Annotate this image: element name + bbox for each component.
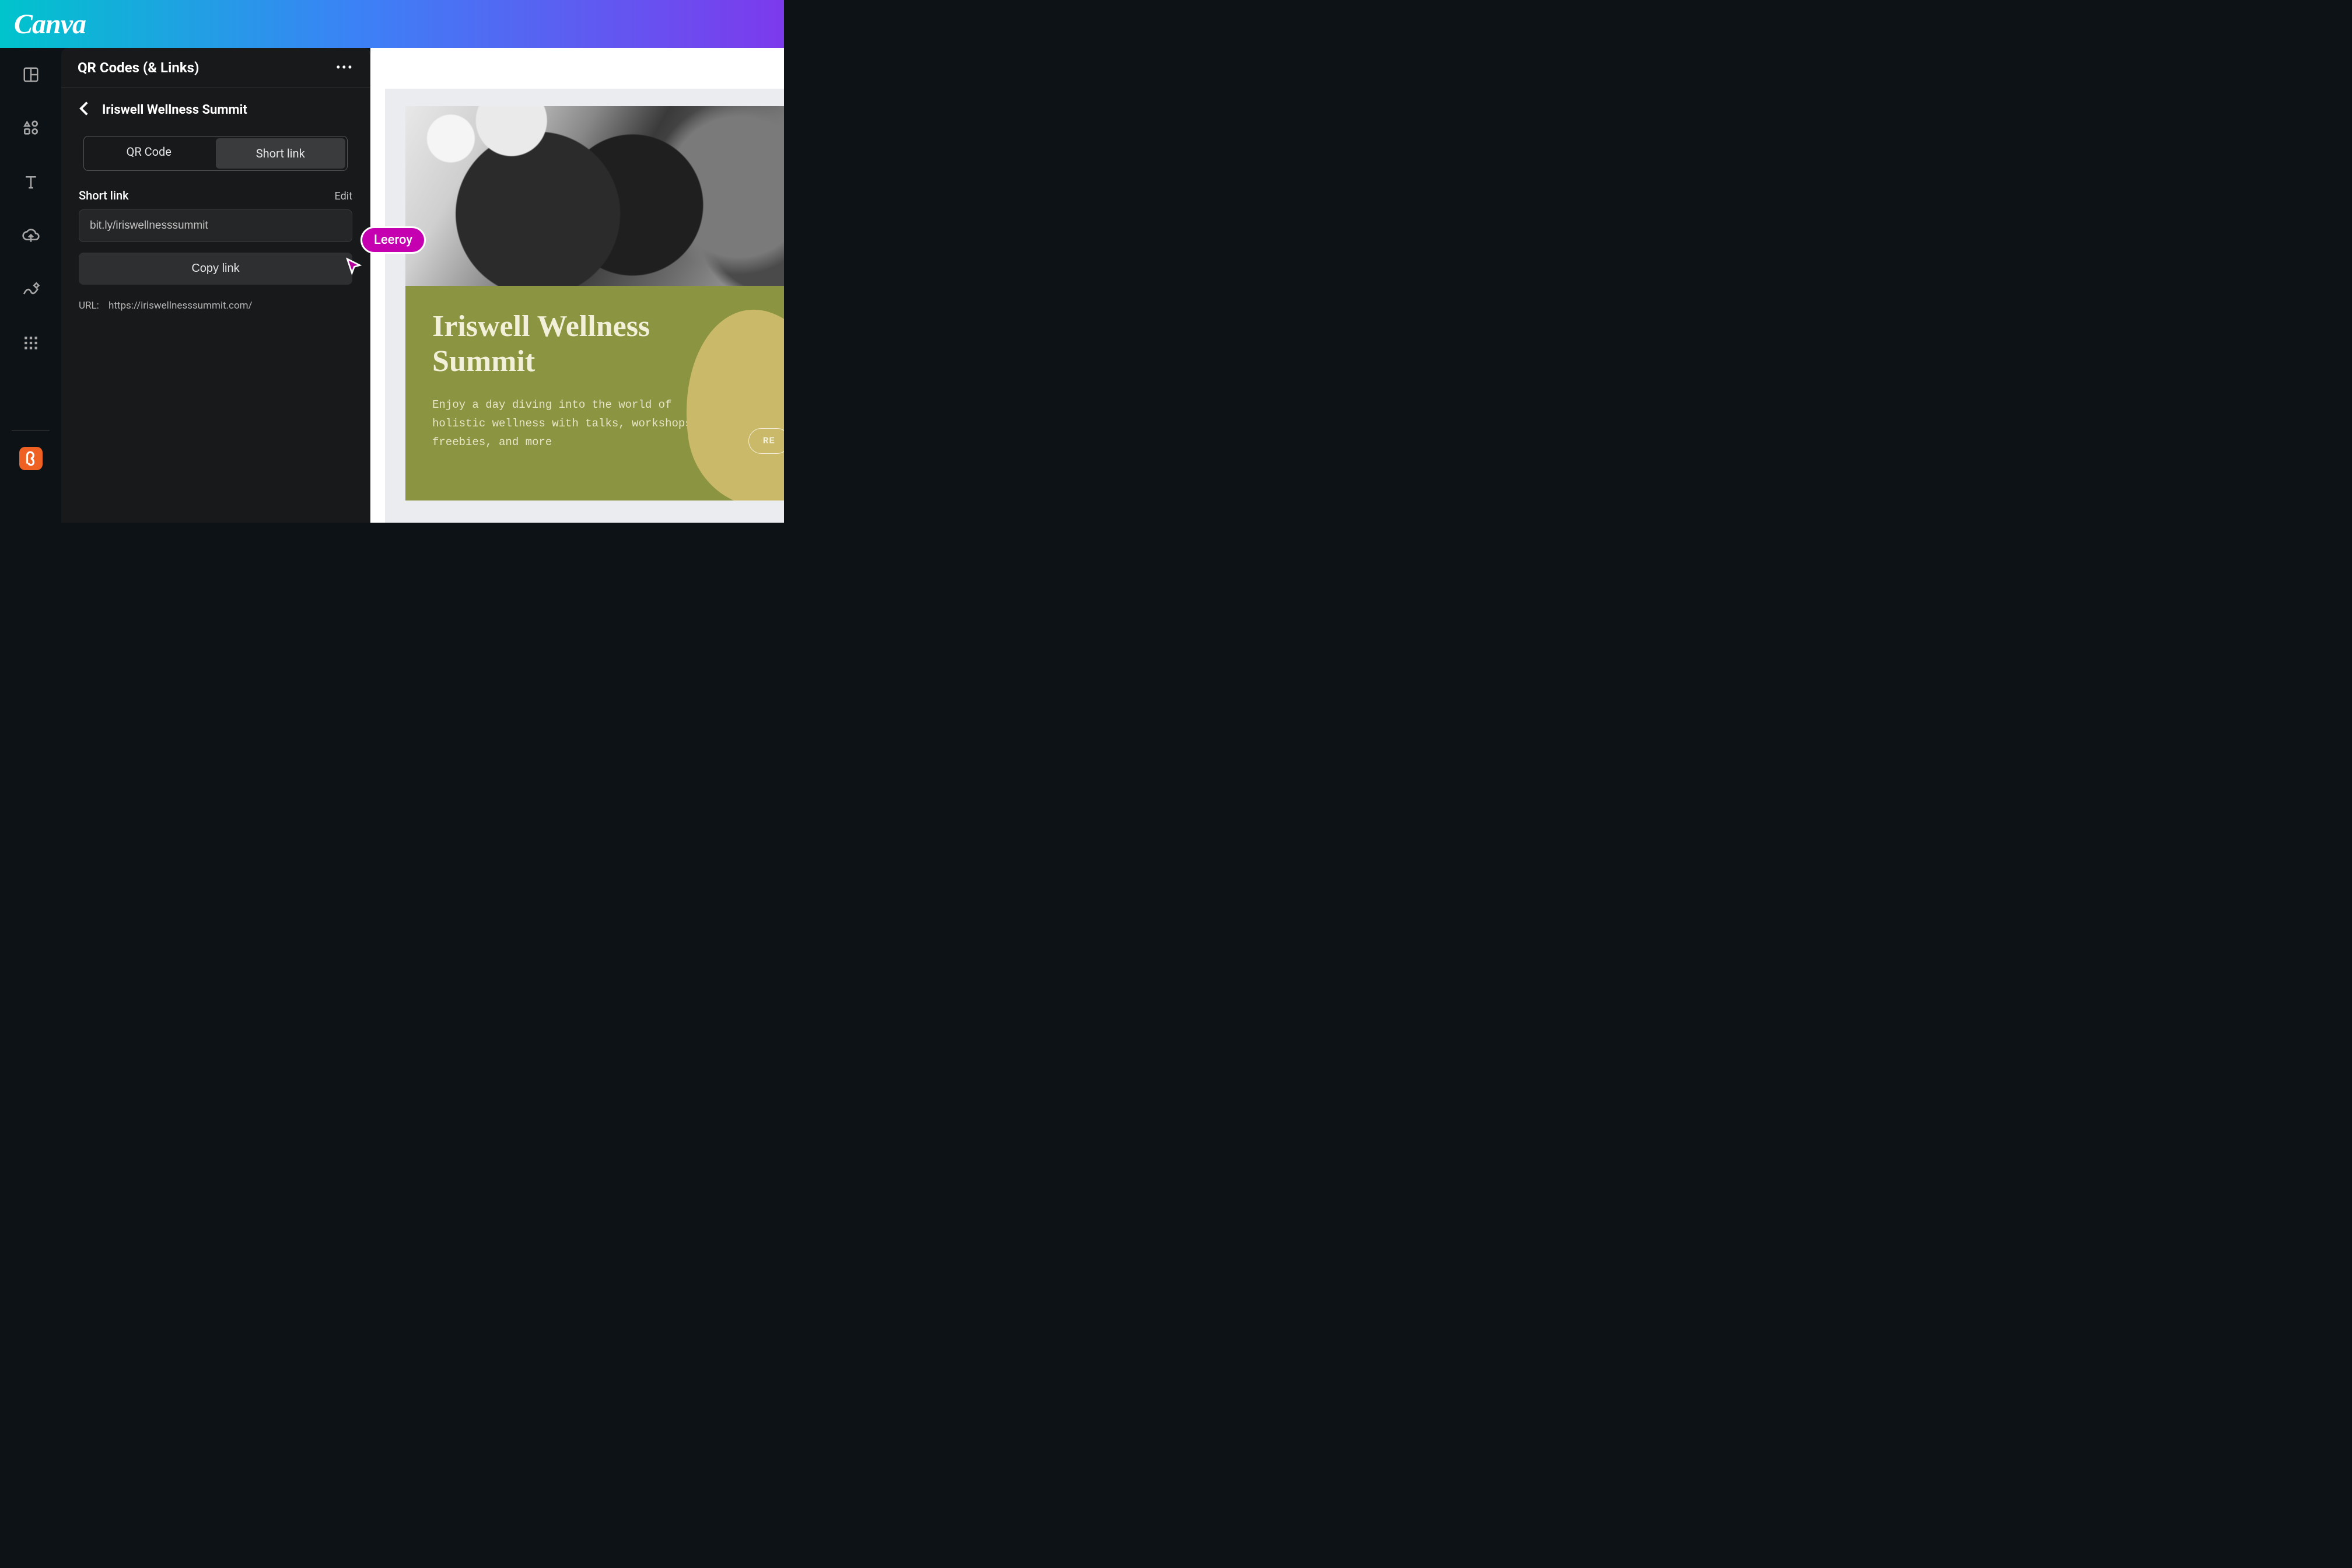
qr-links-panel: QR Codes (& Links) ••• Iriswell Wellness… [61,48,370,523]
templates-icon[interactable] [22,65,40,84]
main-layout: QR Codes (& Links) ••• Iriswell Wellness… [0,48,784,523]
link-type-toggle: QR Code Short link [83,136,348,171]
url-label: URL: [79,300,99,312]
upload-icon[interactable] [22,226,40,245]
bitly-app-icon[interactable] [19,447,43,470]
panel-header: QR Codes (& Links) ••• [61,48,370,88]
chevron-left-icon [79,101,89,118]
tab-qr-code[interactable]: QR Code [84,136,214,170]
text-icon[interactable] [22,173,40,191]
hero-photo[interactable] [405,106,784,286]
short-link-input[interactable] [79,209,352,242]
design-description-text[interactable]: Enjoy a day diving into the world of hol… [432,396,712,452]
canva-logo: Canva [14,8,86,40]
register-button[interactable]: RE [748,428,784,454]
app-header: Canva [0,0,784,48]
breadcrumb-title: Iriswell Wellness Summit [102,103,247,117]
content-block[interactable]: Iriswell Wellness Summit Enjoy a day div… [405,286,784,501]
canvas-area[interactable]: Iriswell Wellness Summit Enjoy a day div… [370,48,784,523]
destination-url-row: URL: https://iriswellnesssummit.com/ [79,300,352,312]
elements-icon[interactable] [22,119,40,138]
edit-link-button[interactable]: Edit [335,190,352,202]
panel-title: QR Codes (& Links) [78,60,199,76]
tab-short-link[interactable]: Short link [216,138,346,169]
url-value: https://iriswellnesssummit.com/ [108,300,253,312]
draw-icon[interactable] [22,280,40,299]
tool-rail [0,48,61,523]
short-link-label: Short link [79,188,129,202]
apps-icon[interactable] [22,334,40,352]
breadcrumb-back[interactable]: Iriswell Wellness Summit [79,101,352,118]
more-options-icon[interactable]: ••• [336,60,354,76]
copy-link-button[interactable]: Copy link [79,253,352,285]
design-page[interactable]: Iriswell Wellness Summit Enjoy a day div… [405,106,784,501]
